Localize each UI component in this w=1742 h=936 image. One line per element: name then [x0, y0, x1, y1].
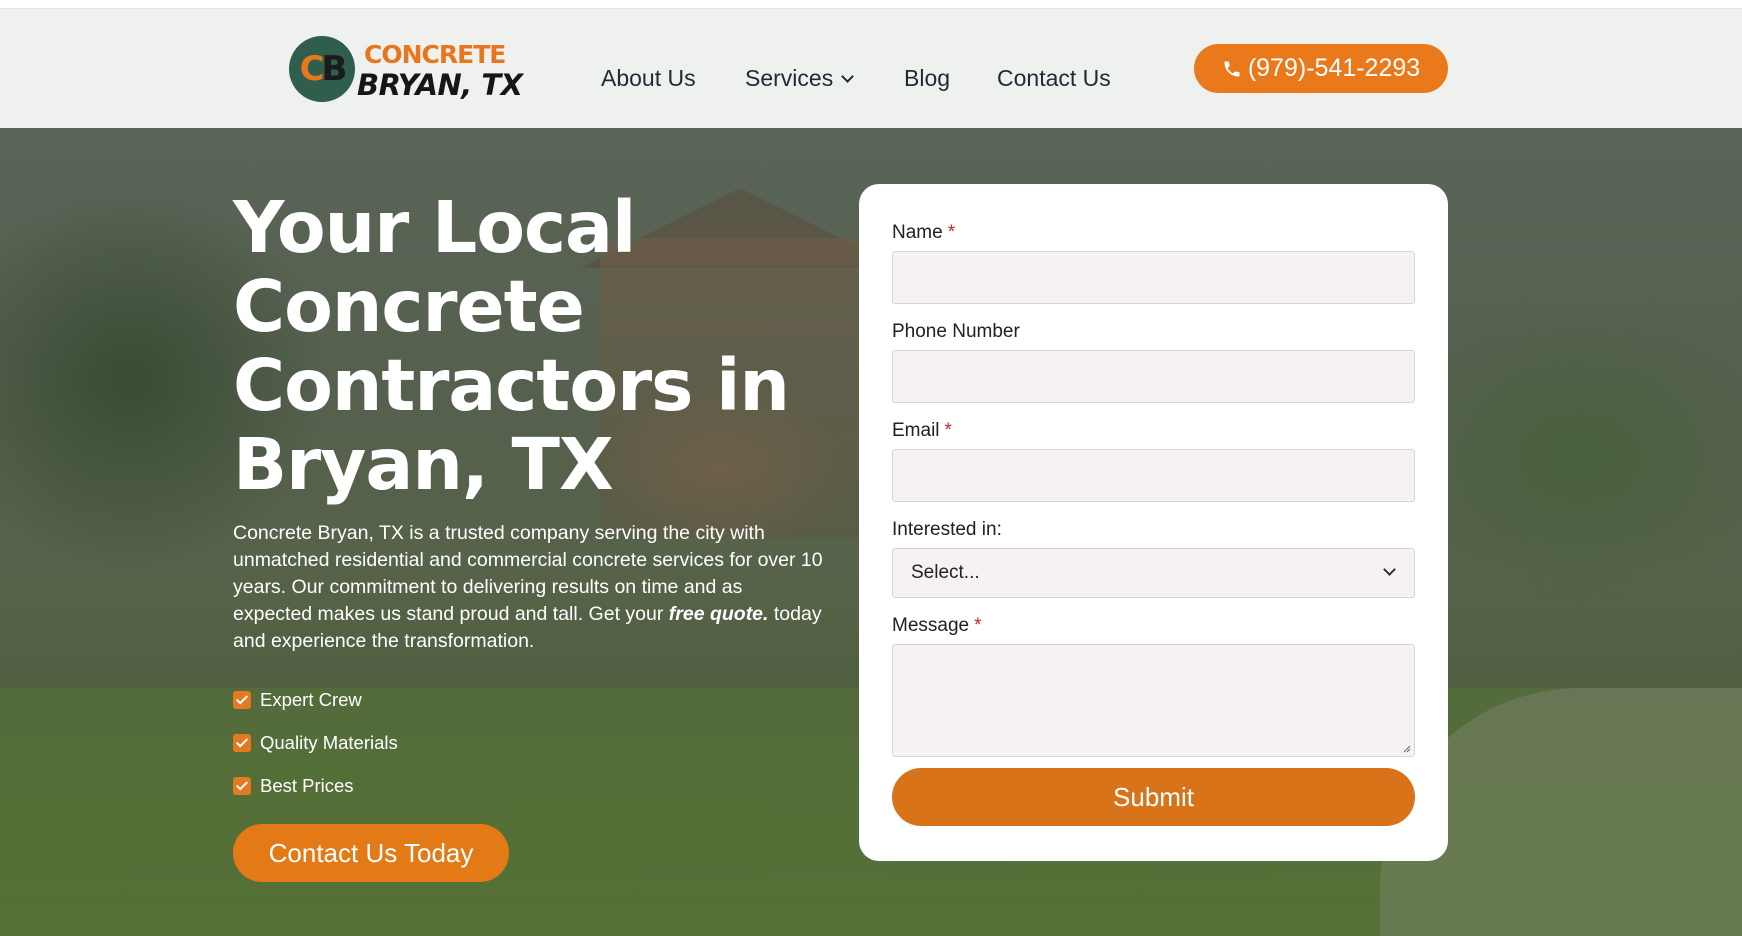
phone-number: (979)-541-2293	[1247, 54, 1421, 82]
logo-monogram-c: C	[299, 49, 325, 89]
phone-field[interactable]	[892, 350, 1415, 403]
feature-item: Quality Materials	[233, 721, 398, 764]
nav-blog[interactable]: Blog	[904, 54, 950, 102]
feature-item: Expert Crew	[233, 678, 398, 721]
email-field[interactable]	[892, 449, 1415, 502]
resize-grip-icon[interactable]	[1403, 745, 1411, 753]
feature-label: Quality Materials	[260, 731, 398, 753]
nav-services-label: Services	[745, 65, 834, 91]
name-field[interactable]	[892, 251, 1415, 304]
feature-item: Best Prices	[233, 764, 398, 807]
required-mark: *	[974, 615, 982, 636]
name-label-text: Name	[892, 222, 943, 243]
hero-section: Your Local Concrete Contractors in Bryan…	[0, 128, 1742, 936]
phone-label: Phone Number	[892, 321, 1020, 342]
top-strip	[0, 0, 1742, 9]
nav-services[interactable]: Services	[745, 54, 855, 102]
interest-selected-value: Select...	[911, 562, 980, 583]
phone-button[interactable]: (979)-541-2293	[1194, 44, 1448, 93]
phone-icon	[1224, 61, 1240, 77]
quote-form: Name * Phone Number Email * Interested in:…	[859, 184, 1448, 861]
feature-label: Best Prices	[260, 774, 354, 796]
feature-label: Expert Crew	[260, 688, 362, 710]
chevron-down-icon	[841, 70, 855, 83]
logo-monogram-b: B	[321, 49, 348, 89]
required-mark: *	[947, 222, 956, 243]
interest-select[interactable]: Select...	[892, 548, 1415, 598]
message-textarea[interactable]	[892, 644, 1415, 757]
logo-wordmark-top: CONCRETE	[364, 40, 506, 69]
email-label-text: Email	[892, 420, 940, 441]
interest-label: Interested in:	[892, 519, 1002, 540]
email-label: Email *	[892, 420, 952, 442]
message-label: Message *	[892, 615, 982, 637]
chevron-down-icon	[1383, 563, 1396, 576]
name-label: Name *	[892, 222, 955, 244]
required-mark: *	[944, 420, 952, 441]
site-header: CB CONCRETE BRYAN, TX About Us Services …	[0, 9, 1742, 128]
logo-wordmark-bottom: BRYAN, TX	[357, 68, 523, 102]
logo-monogram: CB	[289, 35, 355, 103]
checkbox-checked-icon	[233, 690, 251, 709]
contact-us-today-button[interactable]: Contact Us Today	[233, 824, 509, 882]
nav-about-us[interactable]: About Us	[601, 54, 696, 102]
hero-title: Your Local Concrete Contractors in Bryan…	[233, 186, 790, 506]
submit-button[interactable]: Submit	[892, 768, 1415, 826]
checkbox-checked-icon	[233, 733, 251, 752]
site-logo[interactable]: CB CONCRETE BRYAN, TX	[289, 35, 529, 107]
feature-list: Expert Crew Quality Materials Best Price…	[233, 678, 398, 807]
hero-description-emphasis: free quote.	[668, 603, 769, 625]
message-label-text: Message	[892, 615, 970, 636]
hero-description: Concrete Bryan, TX is a trusted company …	[233, 520, 823, 655]
nav-contact-us[interactable]: Contact Us	[997, 54, 1111, 102]
checkbox-checked-icon	[233, 776, 251, 795]
